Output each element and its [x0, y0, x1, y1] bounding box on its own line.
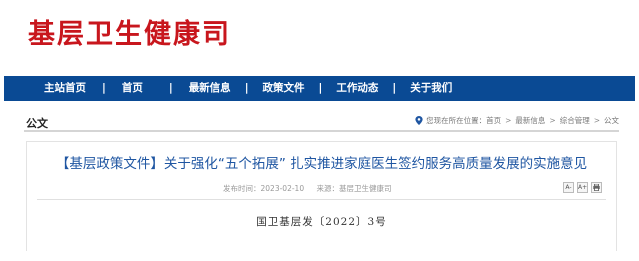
- print-icon: [593, 184, 600, 191]
- publish-date-label: 发布时间：: [223, 184, 261, 193]
- article-tools: A- A+: [563, 182, 602, 193]
- location-pin-icon: [415, 116, 423, 125]
- nav-item-work-news[interactable]: 工作动态: [336, 76, 378, 101]
- breadcrumb-latest[interactable]: 最新信息: [515, 115, 545, 126]
- nav-separator: |: [168, 82, 173, 94]
- meta-divider: [37, 199, 606, 200]
- source: 基层卫生健康司: [338, 184, 392, 193]
- nav-item-main-home[interactable]: 主站首页: [44, 76, 86, 101]
- source-label: 来源：: [316, 184, 339, 193]
- article-meta: 发布时间：2023-02-10 来源：基层卫生健康司: [223, 183, 401, 194]
- main-nav: 主站首页 | 首页 | 最新信息 | 政策文件 | 工作动态 | 关于我们: [4, 76, 635, 101]
- nav-item-policy[interactable]: 政策文件: [263, 76, 305, 101]
- publish-date: 2023-02-10: [260, 184, 305, 193]
- document-number: 国卫基层发〔2022〕3号: [256, 216, 387, 228]
- nav-item-about[interactable]: 关于我们: [410, 76, 452, 101]
- print-button[interactable]: [591, 182, 602, 193]
- breadcrumb-home[interactable]: 首页: [486, 115, 501, 126]
- section-header: 公文 您现在所在位置： 首页 > 最新信息 > 综合管理 > 公文: [24, 112, 619, 132]
- breadcrumb-current: 公文: [604, 116, 619, 125]
- font-decrease-button[interactable]: A-: [563, 182, 574, 193]
- article-title: 【基层政策文件】关于强化“五个拓展” 扎实推进家庭医生签约服务高质量发展的实施意…: [55, 156, 588, 172]
- font-increase-button[interactable]: A+: [577, 182, 588, 193]
- breadcrumb-separator: >: [593, 116, 600, 125]
- breadcrumb: 您现在所在位置： 首页 > 最新信息 > 综合管理 > 公文: [415, 115, 619, 126]
- article-panel: 【基层政策文件】关于强化“五个拓展” 扎实推进家庭医生签约服务高质量发展的实施意…: [26, 141, 617, 251]
- site-logo[interactable]: 基层卫生健康司: [28, 18, 231, 52]
- nav-separator: |: [392, 82, 397, 94]
- nav-item-latest[interactable]: 最新信息: [189, 76, 231, 101]
- nav-item-home[interactable]: 首页: [122, 76, 143, 101]
- nav-separator: |: [102, 82, 106, 94]
- nav-separator: |: [244, 82, 249, 94]
- breadcrumb-prefix: 您现在所在位置：: [426, 116, 487, 125]
- nav-separator: |: [318, 82, 323, 94]
- breadcrumb-general[interactable]: 综合管理: [560, 115, 590, 126]
- breadcrumb-separator: >: [549, 116, 556, 125]
- breadcrumb-separator: >: [505, 116, 512, 125]
- section-title: 公文: [26, 117, 48, 130]
